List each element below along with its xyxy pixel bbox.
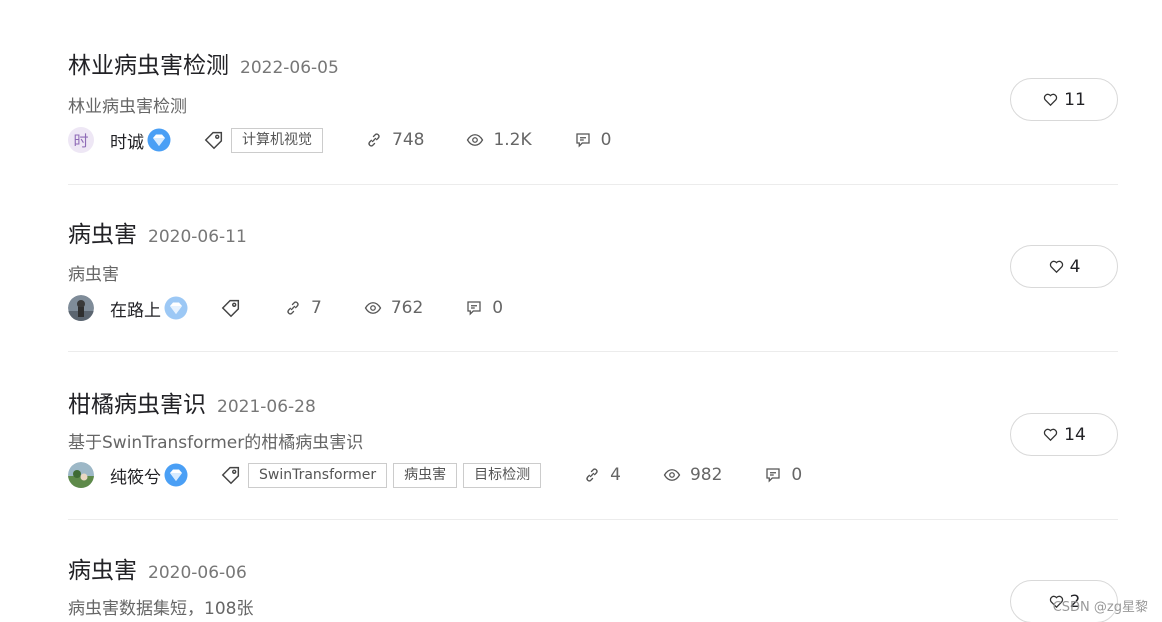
post-description[interactable]: 林业病虫害检测 <box>68 92 187 117</box>
avatar[interactable] <box>68 295 94 321</box>
link-stat: 4 <box>583 465 621 485</box>
link-stat: 748 <box>365 130 424 150</box>
view-count: 762 <box>390 298 424 318</box>
post-date: 2022-06-05 <box>240 58 339 78</box>
heart-icon <box>1044 93 1058 107</box>
like-count: 4 <box>1069 256 1081 277</box>
post-card: 病虫害 2020-06-06 病虫害数据集短，108张 2 <box>68 519 1118 622</box>
tag-icon <box>204 131 223 150</box>
comment-icon <box>467 301 481 316</box>
link-count: 4 <box>610 465 621 485</box>
post-description[interactable]: 病虫害 <box>68 260 119 285</box>
like-button[interactable]: 4 <box>1010 245 1118 288</box>
post-meta: 纯筱兮 SwinTransformer 病虫害 目标检测 4 982 0 <box>68 462 802 488</box>
post-title[interactable]: 林业病虫害检测 <box>68 46 229 80</box>
diamond-badge-icon <box>147 128 171 152</box>
post-title[interactable]: 病虫害 <box>68 215 137 249</box>
eye-icon <box>467 134 484 146</box>
author-name[interactable]: 时诚 <box>110 128 144 153</box>
tag-chip[interactable]: 目标检测 <box>463 462 542 488</box>
view-stat: 1.2K <box>466 130 532 150</box>
avatar[interactable] <box>68 462 94 488</box>
heart-icon <box>1049 260 1063 274</box>
avatar-initial: 时 <box>73 131 89 150</box>
avatar[interactable]: 时 <box>68 127 94 153</box>
like-count: 11 <box>1064 89 1086 110</box>
comment-stat[interactable]: 0 <box>574 130 612 150</box>
link-stat: 7 <box>284 298 322 318</box>
post-card: 林业病虫害检测 2022-06-05 林业病虫害检测 时 时诚 计算机视觉 74… <box>68 0 1118 184</box>
link-icon <box>287 301 299 315</box>
post-card: 柑橘病虫害识 2021-06-28 基于SwinTransformer的柑橘病虫… <box>68 351 1118 519</box>
post-date: 2020-06-06 <box>148 563 247 583</box>
post-meta: 在路上 7 762 0 <box>68 295 503 321</box>
view-count: 982 <box>689 465 723 485</box>
eye-icon <box>364 302 382 314</box>
watermark: CSDN @zg星黎 <box>1052 600 1148 615</box>
comment-icon <box>576 133 590 148</box>
post-title[interactable]: 柑橘病虫害识 <box>68 385 206 419</box>
comment-icon <box>766 468 781 483</box>
comment-count: 0 <box>791 465 803 485</box>
link-count: 748 <box>392 130 425 150</box>
post-description[interactable]: 基于SwinTransformer的柑橘病虫害识 <box>68 428 363 453</box>
post-date: 2020-06-11 <box>148 227 247 247</box>
avatar-photo <box>68 295 94 321</box>
tag-chip[interactable]: 计算机视觉 <box>231 127 323 153</box>
comment-count: 0 <box>600 130 612 150</box>
like-button[interactable]: 11 <box>1010 78 1118 121</box>
post-description[interactable]: 病虫害数据集短，108张 <box>68 594 253 619</box>
diamond-badge-icon <box>164 463 188 487</box>
view-stat: 762 <box>364 298 423 318</box>
author-name[interactable]: 纯筱兮 <box>110 463 161 488</box>
view-stat: 982 <box>663 465 722 485</box>
eye-icon <box>663 469 681 481</box>
post-title[interactable]: 病虫害 <box>68 551 137 585</box>
like-count: 14 <box>1064 424 1086 445</box>
heart-icon <box>1044 428 1058 442</box>
comment-stat[interactable]: 0 <box>465 298 503 318</box>
view-count: 1.2K <box>493 130 532 150</box>
avatar-photo <box>68 462 94 488</box>
post-meta: 时 时诚 计算机视觉 748 1.2K 0 <box>68 127 611 153</box>
link-icon <box>368 133 380 147</box>
post-date: 2021-06-28 <box>217 397 316 417</box>
post-card: 病虫害 2020-06-11 病虫害 在路上 7 762 0 4 <box>68 184 1118 351</box>
link-icon <box>586 468 598 482</box>
tag-icon <box>221 299 240 318</box>
like-button[interactable]: 14 <box>1010 413 1118 456</box>
diamond-badge-icon <box>164 296 188 320</box>
tag-chip[interactable]: SwinTransformer <box>248 462 388 488</box>
tag-chip[interactable]: 病虫害 <box>393 462 458 488</box>
author-name[interactable]: 在路上 <box>110 296 161 321</box>
link-count: 7 <box>311 298 322 318</box>
tag-icon <box>221 466 240 485</box>
comment-count: 0 <box>492 298 504 318</box>
comment-stat[interactable]: 0 <box>764 465 802 485</box>
